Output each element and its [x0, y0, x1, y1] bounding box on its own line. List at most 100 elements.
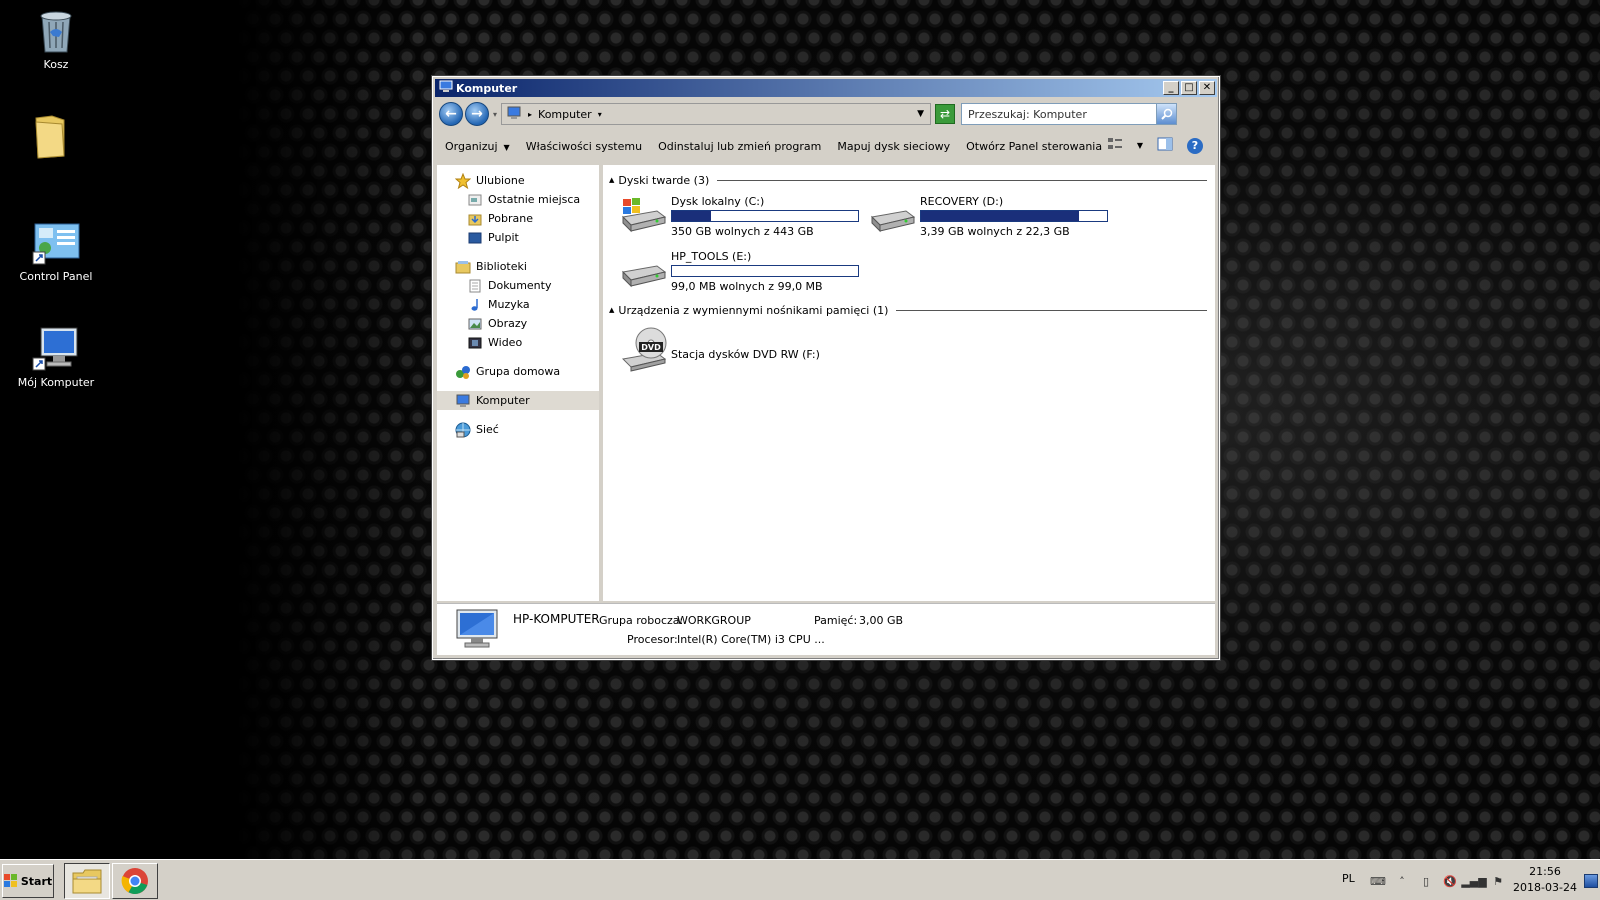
- keyboard-icon[interactable]: ⌨: [1370, 873, 1386, 889]
- breadcrumb-komputer[interactable]: Komputer: [538, 108, 592, 121]
- refresh-button[interactable]: ⇄: [935, 104, 956, 124]
- volume-muted-icon[interactable]: 🔇: [1442, 873, 1458, 889]
- nav-label: Muzyka: [488, 298, 530, 311]
- recent-pages-dropdown[interactable]: ▾: [493, 110, 497, 119]
- hard-drive-icon: [621, 265, 667, 288]
- maximize-button[interactable]: □: [1181, 81, 1197, 95]
- nav-item-libraries[interactable]: Biblioteki: [437, 257, 599, 276]
- memory-label: Pamięć:: [814, 614, 858, 627]
- computer-icon: [506, 106, 522, 123]
- desktop-icon-recycle-bin[interactable]: Kosz: [8, 8, 104, 71]
- system-clock[interactable]: 21:56 2018-03-24: [1512, 864, 1578, 896]
- group-header-removable[interactable]: ▲ Urządzenia z wymiennymi nośnikami pami…: [609, 303, 1207, 317]
- folder-icon: [35, 115, 65, 159]
- show-hidden-icons-button[interactable]: ˄: [1394, 873, 1410, 889]
- nav-item-downloads[interactable]: Pobrane: [437, 209, 599, 228]
- map-network-drive-button[interactable]: Mapuj dysk sieciowy: [837, 140, 950, 153]
- nav-item-computer[interactable]: Komputer: [437, 391, 599, 410]
- start-button[interactable]: Start: [2, 864, 54, 898]
- content-pane: ▲ Dyski twarde (3) Dysk lokalny (C:) 350…: [603, 165, 1215, 601]
- chrome-icon: [121, 868, 148, 895]
- nav-group-libraries: Biblioteki Dokumenty Muzyka Obrazy Wideo: [437, 257, 599, 352]
- dvd-badge: DVD: [641, 343, 661, 352]
- nav-item-pictures[interactable]: Obrazy: [437, 314, 599, 333]
- workgroup-value: WORKGROUP: [677, 614, 751, 627]
- computer-icon: [439, 80, 453, 96]
- pictures-icon: [467, 316, 483, 332]
- organize-label: Organizuj: [445, 139, 498, 153]
- organize-button[interactable]: Organizuj ▼: [445, 140, 510, 153]
- memory-value: 3,00 GB: [859, 614, 904, 627]
- nav-item-homegroup[interactable]: Grupa domowa: [437, 362, 599, 381]
- desktop-icon-control-panel[interactable]: Control Panel: [8, 222, 104, 283]
- group-divider: [896, 309, 1207, 311]
- breadcrumb-chevron-icon[interactable]: ▾: [598, 110, 602, 119]
- nav-label: Sieć: [476, 423, 499, 436]
- search-button[interactable]: [1156, 104, 1177, 124]
- nav-label: Ostatnie miejsca: [488, 193, 581, 206]
- nav-item-music[interactable]: Muzyka: [437, 295, 599, 314]
- nav-item-recent-places[interactable]: Ostatnie miejsca: [437, 190, 599, 209]
- help-button[interactable]: ?: [1187, 137, 1203, 154]
- drive-free-space: 3,39 GB wolnych z 22,3 GB: [920, 225, 1070, 238]
- drive-usage-bar: [671, 265, 859, 277]
- search-input[interactable]: Przeszukaj: Komputer: [961, 103, 1178, 125]
- chevron-down-icon: ▼: [503, 142, 510, 152]
- desktop-icon: [467, 230, 483, 246]
- breadcrumb-separator-icon[interactable]: ▸: [528, 110, 532, 119]
- nav-item-videos[interactable]: Wideo: [437, 333, 599, 352]
- nav-group-favorites: Ulubione Ostatnie miejsca Pobrane Pulpit: [437, 171, 599, 247]
- drive-d[interactable]: RECOVERY (D:) 3,39 GB wolnych z 22,3 GB: [868, 195, 1108, 238]
- view-dropdown-icon[interactable]: ▼: [1137, 141, 1143, 150]
- computer-icon: [32, 327, 78, 371]
- drive-f-dvd[interactable]: DVD Stacja dysków DVD RW (F:): [619, 325, 820, 373]
- drive-free-space: 99,0 MB wolnych z 99,0 MB: [671, 280, 823, 293]
- star-icon: [455, 172, 471, 189]
- control-panel-icon: [32, 223, 80, 265]
- minimize-button[interactable]: _: [1163, 81, 1179, 95]
- nav-label: Wideo: [488, 336, 523, 349]
- group-header-hard-drives[interactable]: ▲ Dyski twarde (3): [609, 173, 1207, 187]
- nav-group-computer: Komputer: [437, 391, 599, 410]
- action-center-flag-icon[interactable]: ⚑: [1490, 873, 1506, 889]
- desktop-icon-label: Kosz: [43, 58, 69, 71]
- power-icon[interactable]: ▯: [1418, 873, 1434, 889]
- explorer-window: Komputer _ □ ✕ ← → ▾ ▸ Komputer ▾ ▼ ⇄ Pr…: [431, 75, 1221, 661]
- nav-item-desktop[interactable]: Pulpit: [437, 228, 599, 247]
- uninstall-program-button[interactable]: Odinstaluj lub zmień program: [658, 140, 821, 153]
- preview-pane-button[interactable]: [1157, 137, 1173, 154]
- show-desktop-button[interactable]: [1584, 874, 1598, 888]
- change-view-button[interactable]: [1107, 137, 1123, 154]
- nav-item-network[interactable]: Sieć: [437, 420, 599, 439]
- taskbar-chrome-button[interactable]: [112, 863, 158, 899]
- nav-label: Biblioteki: [476, 260, 527, 273]
- language-indicator[interactable]: PL: [1342, 872, 1355, 885]
- details-pane: HP-KOMPUTER Grupa robocza: WORKGROUP Pam…: [437, 603, 1215, 655]
- address-field[interactable]: ▸ Komputer ▾ ▼: [501, 103, 932, 125]
- drive-c[interactable]: Dysk lokalny (C:) 350 GB wolnych z 443 G…: [619, 195, 859, 238]
- desktop-icon-computer[interactable]: Mój Komputer: [8, 326, 104, 389]
- drive-usage-bar: [671, 210, 859, 222]
- back-button[interactable]: ←: [439, 102, 463, 126]
- network-signal-icon[interactable]: ▂▄▆: [1461, 873, 1486, 889]
- drive-e[interactable]: HP_TOOLS (E:) 99,0 MB wolnych z 99,0 MB: [619, 250, 859, 293]
- computer-name: HP-KOMPUTER: [513, 612, 600, 626]
- arrow-left-icon: ←: [445, 106, 457, 122]
- homegroup-icon: [455, 364, 471, 380]
- group-header-label: Urządzenia z wymiennymi nośnikami pamięc…: [618, 303, 889, 317]
- command-bar: Organizuj ▼ Właściwości systemu Odinstalu…: [435, 131, 1217, 161]
- address-dropdown-icon[interactable]: ▼: [917, 109, 924, 119]
- nav-group-network: Sieć: [437, 420, 599, 439]
- forward-button[interactable]: →: [465, 102, 489, 126]
- window-titlebar[interactable]: Komputer _ □ ✕: [435, 79, 1217, 97]
- open-control-panel-button[interactable]: Otwórz Panel sterowania: [966, 140, 1102, 153]
- nav-item-favorites[interactable]: Ulubione: [437, 171, 599, 190]
- view-options-icon: [1107, 138, 1122, 149]
- nav-item-documents[interactable]: Dokumenty: [437, 276, 599, 295]
- hard-drive-icon: [870, 210, 916, 233]
- system-properties-button[interactable]: Właściwości systemu: [526, 140, 642, 153]
- taskbar-explorer-button[interactable]: [64, 863, 110, 899]
- close-button[interactable]: ✕: [1199, 81, 1215, 95]
- desktop-icon-folder[interactable]: [2, 112, 98, 160]
- nav-label: Ulubione: [476, 174, 525, 187]
